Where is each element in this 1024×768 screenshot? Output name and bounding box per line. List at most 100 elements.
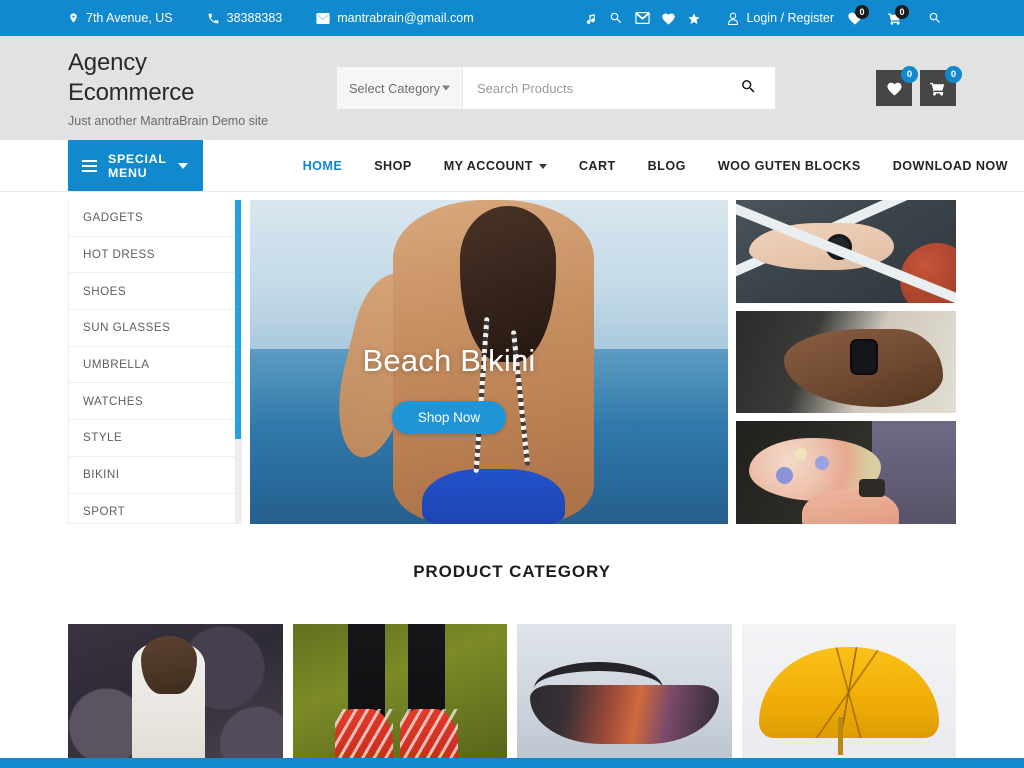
select-category-label: Select Category <box>349 80 441 96</box>
smartwatch-banner[interactable] <box>736 310 956 414</box>
special-menu-label: SPECIAL MENU <box>108 151 167 180</box>
nav-item-home[interactable]: HOME <box>287 159 359 173</box>
sidebar-item-label: GADGETS <box>83 211 144 225</box>
top-bar-address: 7th Avenue, US <box>68 11 173 25</box>
bouquet-watch-banner[interactable] <box>736 421 956 525</box>
category-umbrella-handle <box>838 717 844 756</box>
header-wishlist-button[interactable]: 0 <box>876 66 918 106</box>
cart-count-badge: 0 <box>895 5 909 19</box>
hamburger-icon <box>82 159 97 172</box>
main-navigation-bar: SPECIAL MENU HOME SHOP MY ACCOUNT CART B… <box>0 140 1024 192</box>
sidebar-item-sun-glasses[interactable]: SUN GLASSES <box>69 310 241 347</box>
primary-menu: HOME SHOP MY ACCOUNT CART BLOG WOO GUTEN… <box>287 140 1024 191</box>
hero-section: GADGETS HOT DRESS SHOES SUN GLASSES UMBR… <box>68 192 956 525</box>
search-icon-secondary[interactable] <box>922 0 948 36</box>
site-tagline: Just another MantraBrain Demo site <box>68 113 269 128</box>
special-menu-toggle[interactable]: SPECIAL MENU <box>68 140 203 191</box>
heart-icon[interactable] <box>655 0 681 36</box>
nav-item-label: MY ACCOUNT <box>443 158 533 173</box>
banner-watch-shape <box>826 233 853 260</box>
site-branding[interactable]: Agency Ecommerce Just another MantraBrai… <box>68 48 334 128</box>
sidebar-item-label: STYLE <box>83 431 123 445</box>
sidebar-item-label: SPORT <box>83 504 126 518</box>
wishlist-icon[interactable]: 0 <box>842 0 869 36</box>
header-wishlist-count: 0 <box>901 66 918 83</box>
nav-item-cart[interactable]: CART <box>563 159 632 173</box>
site-title-line-2: Ecommerce <box>68 78 195 106</box>
category-shoes[interactable] <box>292 624 507 768</box>
nav-item-blog[interactable]: BLOG <box>632 159 702 173</box>
cart-icon <box>929 80 947 97</box>
banner-smartwatch-shape <box>850 339 879 376</box>
site-title: Agency Ecommerce <box>68 48 334 107</box>
sidebar-item-style[interactable]: STYLE <box>69 420 241 457</box>
top-bar-address-text: 7th Avenue, US <box>86 11 173 25</box>
promo-banner-column <box>736 200 956 525</box>
top-bar-email[interactable]: mantrabrain@gmail.com <box>316 11 474 25</box>
category-model-hair <box>140 635 197 695</box>
chevron-down-icon <box>177 162 188 169</box>
envelope-icon <box>316 12 330 24</box>
chevron-down-icon <box>538 164 547 169</box>
top-bar: 7th Avenue, US 38388383 mantrabrain@gmai… <box>0 0 1024 36</box>
sidebar-item-hot-dress[interactable]: HOT DRESS <box>69 237 241 274</box>
nav-item-download-now[interactable]: DOWNLOAD NOW <box>877 159 1024 173</box>
banner-flower-shape <box>775 466 793 484</box>
page-content: GADGETS HOT DRESS SHOES SUN GLASSES UMBR… <box>0 192 1024 768</box>
nav-item-label: BLOG <box>647 158 686 173</box>
header-cart-button[interactable]: 0 <box>920 66 962 106</box>
banner-arm-shape <box>749 222 895 270</box>
category-umbrella[interactable] <box>741 624 956 768</box>
bottom-accent-strip <box>0 758 1024 768</box>
hero-slider[interactable]: Beach Bikini Shop Now <box>250 200 728 524</box>
category-umbrella-ribs <box>758 647 939 738</box>
sidebar-item-gadgets[interactable]: GADGETS <box>69 200 241 237</box>
search-icon[interactable] <box>603 0 629 36</box>
envelope-icon[interactable] <box>629 0 655 36</box>
nav-item-shop[interactable]: SHOP <box>358 159 428 173</box>
search-input[interactable] <box>463 67 721 109</box>
category-hot-dress[interactable] <box>68 624 283 768</box>
product-category-row <box>68 624 956 768</box>
sidebar-item-label: HOT DRESS <box>83 248 155 262</box>
select-category-dropdown[interactable]: Select Category <box>337 67 463 109</box>
cart-icon[interactable]: 0 <box>882 0 909 36</box>
sidebar-item-bikini[interactable]: BIKINI <box>69 457 241 494</box>
login-register-link[interactable]: Login / Register <box>727 11 834 25</box>
nav-item-label: HOME <box>302 158 343 173</box>
user-icon <box>727 12 739 25</box>
site-header: Agency Ecommerce Just another MantraBrai… <box>0 36 1024 140</box>
top-bar-email-text: mantrabrain@gmail.com <box>337 11 474 25</box>
sidebar-item-shoes[interactable]: SHOES <box>69 273 241 311</box>
sidebar-item-sport[interactable]: SPORT <box>69 494 241 524</box>
nav-item-my-account[interactable]: MY ACCOUNT <box>428 159 563 173</box>
top-bar-phone[interactable]: 38388383 <box>207 11 283 25</box>
category-leg-shape <box>348 624 385 718</box>
nav-item-label: CART <box>578 158 616 173</box>
top-bar-phone-text: 38388383 <box>226 11 283 25</box>
category-sun-glasses[interactable] <box>517 624 732 768</box>
product-search-form: Select Category <box>336 66 776 110</box>
category-list: GADGETS HOT DRESS SHOES SUN GLASSES UMBR… <box>69 200 241 524</box>
sidebar-scrollbar[interactable] <box>235 200 241 523</box>
sidebar-item-umbrella[interactable]: UMBRELLA <box>69 347 241 384</box>
location-pin-icon <box>68 11 79 25</box>
sidebar-scrollbar-thumb[interactable] <box>235 200 241 440</box>
slider-figure-hair <box>460 206 556 362</box>
slider-caption: Beach Bikini Shop Now <box>250 343 728 434</box>
nav-item-woo-guten-blocks[interactable]: WOO GUTEN BLOCKS <box>702 159 877 173</box>
slider-figure-swimwear <box>422 468 566 524</box>
sidebar-item-watches[interactable]: WATCHES <box>69 383 241 421</box>
music-note-icon[interactable] <box>577 0 603 36</box>
star-icon[interactable] <box>681 0 707 36</box>
nav-item-label: DOWNLOAD NOW <box>892 158 1008 173</box>
search-submit-button[interactable] <box>721 67 775 109</box>
watch-on-wrist-banner[interactable] <box>736 200 956 303</box>
sidebar-item-label: SHOES <box>83 284 127 298</box>
product-category-heading: PRODUCT CATEGORY <box>413 562 611 581</box>
shop-now-button[interactable]: Shop Now <box>391 400 507 434</box>
top-bar-right-actions: Login / Register 0 0 <box>577 0 948 36</box>
header-actions: 0 0 <box>876 66 962 106</box>
sidebar-item-label: BIKINI <box>83 468 120 482</box>
login-register-label: Login / Register <box>746 11 834 25</box>
